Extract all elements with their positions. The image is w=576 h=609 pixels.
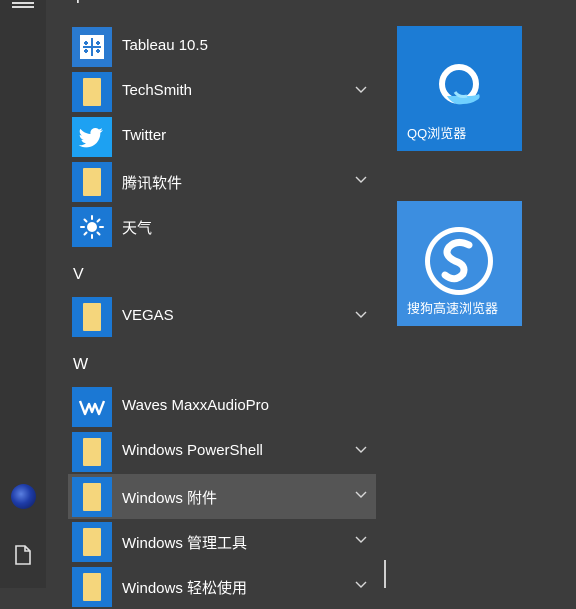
app-list[interactable]: T Tableau 10.5 TechSmith [46, 0, 386, 607]
folder-icon [72, 297, 112, 337]
tile-label: 搜狗高速浏览器 [407, 301, 499, 316]
app-item-label: VEGAS [122, 307, 174, 324]
app-item-weather[interactable]: 天气 [68, 204, 376, 249]
app-item-tencent-software[interactable]: 腾讯软件 [68, 159, 376, 204]
app-item-vegas[interactable]: VEGAS [68, 294, 376, 339]
chevron-down-icon[interactable] [354, 85, 368, 95]
chevron-down-icon[interactable] [354, 310, 368, 320]
app-item-tableau[interactable]: Tableau 10.5 [68, 24, 376, 69]
tableau-icon [72, 27, 112, 67]
documents-icon[interactable] [14, 545, 32, 565]
app-item-windows-ease-of-access[interactable]: Windows 轻松使用 [68, 564, 376, 609]
app-item-label: 天气 [122, 220, 153, 237]
chevron-down-icon[interactable] [354, 175, 368, 185]
section-letter-v[interactable]: V [73, 266, 84, 284]
app-item-windows-powershell[interactable]: Windows PowerShell [68, 429, 376, 474]
folder-icon [72, 522, 112, 562]
chevron-down-icon[interactable] [354, 490, 368, 500]
waves-icon [72, 387, 112, 427]
tile-label: QQ浏览器 [407, 126, 467, 141]
start-rail [0, 0, 46, 588]
app-item-techsmith[interactable]: TechSmith [68, 69, 376, 114]
chevron-down-icon[interactable] [354, 445, 368, 455]
app-item-windows-admin-tools[interactable]: Windows 管理工具 [68, 519, 376, 564]
app-item-label: TechSmith [122, 82, 193, 99]
scrollbar[interactable] [384, 560, 386, 588]
twitter-icon [72, 117, 112, 157]
app-item-label: Waves MaxxAudioPro [122, 397, 269, 414]
app-item-label: Windows 附件 [122, 490, 218, 507]
chevron-down-icon[interactable] [354, 580, 368, 590]
app-item-label: Tableau 10.5 [122, 37, 208, 54]
folder-icon [72, 477, 112, 517]
folder-icon [72, 567, 112, 607]
chevron-down-icon[interactable] [354, 535, 368, 545]
app-item-twitter[interactable]: Twitter [68, 114, 376, 159]
tile-qq-browser[interactable]: QQ浏览器 [397, 26, 522, 151]
hamburger-menu-icon[interactable] [12, 0, 34, 8]
folder-icon [72, 162, 112, 202]
app-item-waves-maxxaudiopro[interactable]: Waves MaxxAudioPro [68, 384, 376, 429]
app-item-label: Windows PowerShell [122, 442, 263, 459]
tile-sogou-browser[interactable]: 搜狗高速浏览器 [397, 201, 522, 326]
app-item-label: Twitter [122, 127, 167, 144]
app-item-label: 腾讯软件 [122, 175, 183, 192]
weather-sun-icon [72, 207, 112, 247]
app-item-windows-accessories[interactable]: Windows 附件 [68, 474, 376, 519]
folder-icon [72, 72, 112, 112]
section-letter-t[interactable]: T [73, 0, 83, 8]
user-avatar[interactable] [11, 484, 36, 509]
folder-icon [72, 432, 112, 472]
app-item-label: Windows 管理工具 [122, 535, 248, 552]
section-letter-w[interactable]: W [73, 356, 88, 374]
